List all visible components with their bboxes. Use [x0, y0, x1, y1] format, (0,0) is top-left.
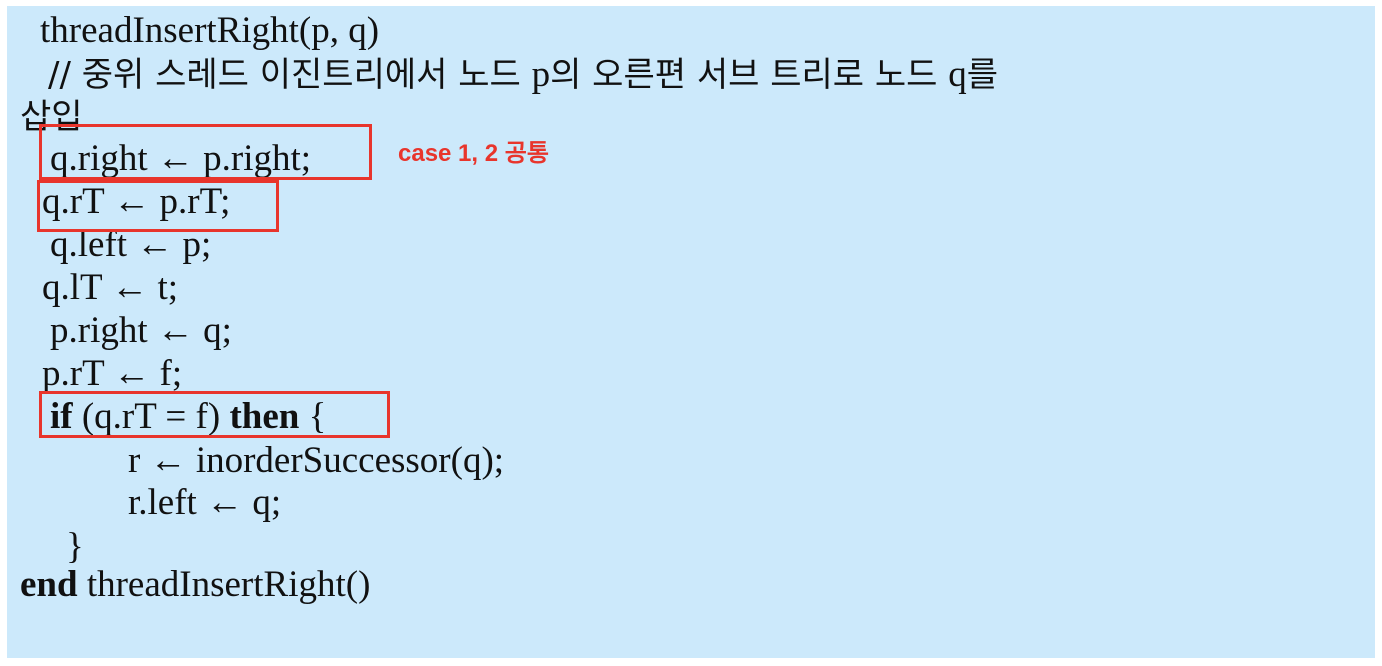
inner-line-2: r.left ← q; — [128, 482, 282, 523]
highlight-box-if-condition — [39, 391, 390, 438]
comment-prefix: // 중위 스레드 이진트리에서 노드 — [48, 55, 532, 95]
end-keyword: end — [20, 564, 78, 605]
comment-var-q: q — [948, 54, 967, 95]
inner-line-1: r ← inorderSuccessor(q); — [128, 440, 505, 481]
case-annotation: case 1, 2 공통 — [398, 140, 549, 167]
comment-suffix: 를 — [966, 55, 998, 95]
end-statement: end threadInsertRight() — [20, 564, 370, 606]
close-brace: } — [66, 526, 84, 567]
highlight-box-right-pointer — [39, 124, 372, 180]
end-name: threadInsertRight() — [77, 564, 371, 605]
comment-middle: 의 오른편 서브 트리로 노드 — [550, 55, 949, 95]
comment-line: // 중위 스레드 이진트리에서 노드 p의 오른편 서브 트리로 노드 q를 — [48, 54, 998, 96]
highlight-box-right-thread — [37, 180, 279, 232]
code-line-4: q.lT ← t; — [42, 267, 179, 308]
code-line-5: p.right ← q; — [50, 310, 232, 351]
comment-var-p: p — [531, 54, 551, 95]
procedure-header: threadInsertRight(p, q) — [40, 10, 380, 51]
code-line-6: p.rT ← f; — [42, 353, 183, 394]
